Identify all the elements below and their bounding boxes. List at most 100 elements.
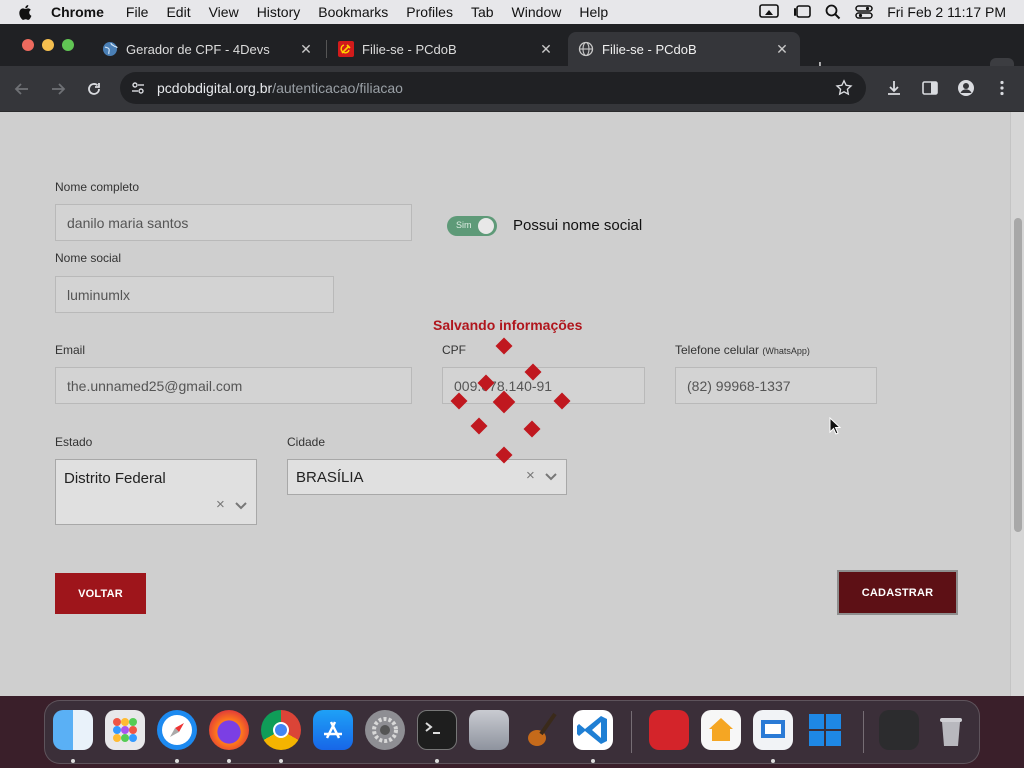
terminal-icon[interactable]: [417, 710, 457, 750]
spinner-diamond: [495, 337, 513, 355]
menu-help[interactable]: Help: [579, 4, 608, 20]
apple-icon[interactable]: [17, 3, 35, 21]
menu-app-name[interactable]: Chrome: [51, 4, 104, 20]
launchpad-icon[interactable]: [105, 710, 145, 750]
control-center-icon[interactable]: [855, 4, 873, 20]
running-indicator: [771, 759, 775, 763]
migration-assistant-icon[interactable]: [469, 710, 509, 750]
mouse-cursor-icon: [829, 417, 841, 435]
close-tab-icon[interactable]: ✕: [538, 41, 554, 58]
vscode-icon[interactable]: [573, 710, 613, 750]
safari-icon[interactable]: [157, 710, 197, 750]
running-indicator: [591, 759, 595, 763]
running-indicator: [175, 759, 179, 763]
state-select[interactable]: Distrito Federal ×: [55, 459, 257, 525]
toggle-state-label: Sim: [456, 220, 472, 230]
chrome-icon[interactable]: [261, 710, 301, 750]
menubar-clock[interactable]: Fri Feb 2 11:17 PM: [887, 4, 1006, 20]
full-name-input[interactable]: danilo maria santos: [55, 204, 412, 241]
phone-input[interactable]: (82) 99968-1337: [675, 367, 877, 404]
dock-divider: [631, 711, 632, 753]
globe-icon: [578, 41, 594, 57]
download-icon[interactable]: [885, 79, 903, 97]
reload-icon[interactable]: [84, 79, 104, 99]
back-arrow-icon[interactable]: [12, 79, 32, 99]
chevron-down-icon[interactable]: [235, 502, 247, 510]
minimize-window-button[interactable]: [42, 39, 54, 51]
social-name-toggle[interactable]: Sim: [447, 216, 497, 236]
side-panel-icon[interactable]: [921, 79, 939, 97]
downloads-stack-icon[interactable]: [879, 710, 919, 750]
tab-filie-se-active[interactable]: Filie-se - PCdoB ✕: [568, 32, 800, 66]
tab-divider: [326, 40, 327, 58]
menu-file[interactable]: File: [126, 4, 149, 20]
dock: [44, 700, 980, 764]
chevron-down-icon[interactable]: [545, 473, 557, 481]
tab-title: Filie-se - PCdoB: [362, 41, 457, 57]
menubar: Chrome File Edit View History Bookmarks …: [0, 0, 1024, 24]
screen-mirroring-icon[interactable]: [759, 4, 780, 20]
address-bar[interactable]: pcdobdigital.org.br/autenticacao/filiaca…: [120, 72, 866, 104]
state-clear-icon[interactable]: ×: [216, 496, 225, 513]
terminal-prompt-icon: [425, 722, 440, 734]
forward-arrow-icon[interactable]: [48, 79, 68, 99]
close-tab-icon[interactable]: ✕: [774, 41, 790, 58]
hammer-sickle-icon: [338, 41, 354, 57]
city-selected-value: BRASÍLIA: [296, 469, 364, 486]
guitar-icon: [528, 712, 557, 746]
city-clear-icon[interactable]: ×: [526, 467, 535, 484]
globe-icon: [103, 42, 118, 56]
social-name-input[interactable]: luminumlx: [55, 276, 334, 313]
menu-window[interactable]: Window: [512, 4, 562, 20]
url-host: pcdobdigital.org.br: [157, 80, 273, 96]
url-text[interactable]: pcdobdigital.org.br/autenticacao/filiaca…: [157, 80, 403, 96]
running-indicator: [435, 759, 439, 763]
home-icon[interactable]: [701, 710, 741, 750]
city-select[interactable]: BRASÍLIA ×: [287, 459, 567, 495]
garageband-icon[interactable]: [521, 710, 561, 750]
menu-profiles[interactable]: Profiles: [406, 4, 453, 20]
tab-strip: Gerador de CPF - 4Devs ✕ Filie-se - PCdo…: [0, 24, 1024, 82]
menu-bookmarks[interactable]: Bookmarks: [318, 4, 388, 20]
loading-message: Salvando informações: [433, 317, 583, 333]
system-settings-icon[interactable]: [365, 710, 405, 750]
submit-button[interactable]: CADASTRAR: [837, 570, 958, 615]
menu-view[interactable]: View: [209, 4, 239, 20]
gear-icon: [372, 717, 398, 743]
spotlight-search-icon[interactable]: [825, 4, 841, 20]
site-info-icon[interactable]: [130, 80, 146, 96]
launchpad-grid-icon: [113, 718, 137, 742]
windows-app-icon[interactable]: [805, 710, 845, 750]
close-tab-icon[interactable]: ✕: [298, 41, 314, 58]
social-name-toggle-label: Possui nome social: [513, 217, 643, 234]
close-window-button[interactable]: [22, 39, 34, 51]
remote-screens-icon: [761, 720, 785, 738]
full-name-label: Nome completo: [55, 180, 140, 194]
menu-history[interactable]: History: [257, 4, 301, 20]
email-input[interactable]: the.unnamed25@gmail.com: [55, 367, 412, 404]
firefox-icon[interactable]: [209, 710, 249, 750]
cpf-input[interactable]: 009.078.140-91: [442, 367, 645, 404]
house-icon: [709, 718, 733, 741]
menu-edit[interactable]: Edit: [166, 4, 190, 20]
scrollbar-thumb[interactable]: [1014, 218, 1022, 532]
state-selected-value: Distrito Federal: [64, 470, 166, 487]
trash-icon[interactable]: [931, 710, 971, 750]
dock-divider: [863, 711, 864, 753]
stage-manager-icon[interactable]: [793, 4, 812, 20]
page-scrollbar[interactable]: [1010, 112, 1024, 696]
remote-desktop-icon[interactable]: [753, 710, 793, 750]
trash-can-icon: [940, 718, 962, 746]
photo-booth-icon[interactable]: [649, 710, 689, 750]
cpf-label: CPF: [442, 343, 466, 357]
kebab-menu-icon[interactable]: [993, 79, 1011, 97]
zoom-window-button[interactable]: [62, 39, 74, 51]
app-store-icon[interactable]: [313, 710, 353, 750]
tab-gerador-cpf[interactable]: Gerador de CPF - 4Devs ✕: [92, 32, 324, 66]
tab-filie-se-1[interactable]: Filie-se - PCdoB ✕: [328, 32, 564, 66]
menu-tab[interactable]: Tab: [471, 4, 494, 20]
bookmark-star-icon[interactable]: [835, 79, 853, 97]
profile-icon[interactable]: [957, 79, 975, 97]
finder-icon[interactable]: [53, 710, 93, 750]
back-button[interactable]: VOLTAR: [55, 573, 146, 614]
